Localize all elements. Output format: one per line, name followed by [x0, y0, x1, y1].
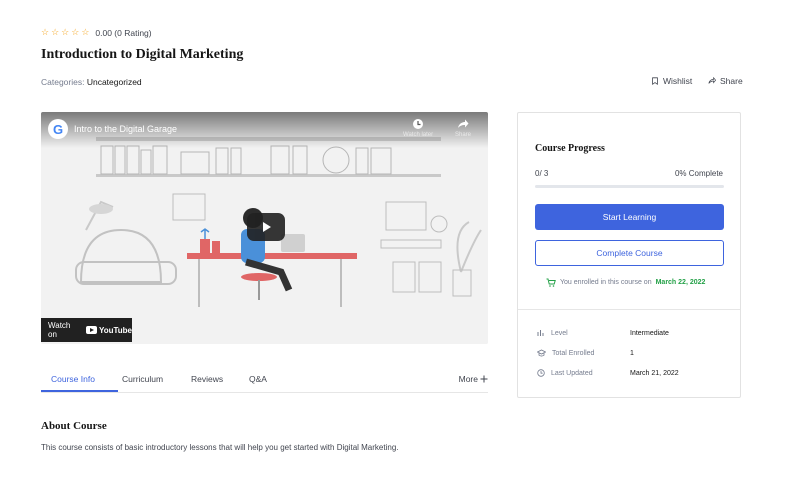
share-icon	[708, 77, 716, 84]
total-enrolled-label: Total Enrolled	[552, 349, 595, 357]
enrollment-notice: You enrolled in this course on March 22,…	[546, 278, 705, 287]
active-tab-indicator	[41, 390, 118, 392]
meta-last-updated: Last Updated March 21, 2022	[537, 369, 679, 377]
course-video-player[interactable]: G Intro to the Digital Garage Watch late…	[41, 112, 488, 344]
graduation-cap-icon	[537, 349, 546, 357]
level-value: Intermediate	[630, 329, 669, 337]
clock-refresh-icon	[537, 369, 545, 377]
tab-reviews[interactable]: Reviews	[191, 374, 223, 384]
star-icon: ☆	[81, 27, 90, 37]
tab-curriculum[interactable]: Curriculum	[122, 374, 163, 384]
star-icon: ☆	[51, 27, 60, 37]
video-title[interactable]: Intro to the Digital Garage	[74, 124, 177, 134]
course-tabs: Course Info Curriculum Reviews Q&A More	[41, 366, 488, 393]
watch-on-youtube-button[interactable]: Watch on YouTube	[41, 318, 132, 342]
progress-bar	[535, 185, 724, 188]
google-logo-icon: G	[48, 119, 68, 139]
star-icon: ☆	[71, 27, 80, 37]
last-updated-label: Last Updated	[551, 369, 593, 377]
wishlist-button[interactable]: Wishlist	[651, 76, 692, 86]
enrollment-date: March 22, 2022	[655, 279, 706, 286]
about-course-heading: About Course	[41, 420, 107, 432]
share-button[interactable]: Share	[708, 76, 743, 86]
clock-icon	[413, 119, 424, 129]
share-arrow-icon	[458, 119, 469, 128]
level-icon	[537, 330, 544, 336]
category-link[interactable]: Uncategorized	[87, 77, 142, 87]
total-enrolled-value: 1	[630, 349, 634, 357]
rating-stars: ☆ ☆ ☆ ☆ ☆	[41, 27, 89, 38]
play-button[interactable]	[247, 213, 285, 241]
more-tabs-button[interactable]: More	[459, 374, 488, 384]
video-share-button[interactable]: Share	[455, 118, 471, 138]
course-progress-heading: Course Progress	[535, 143, 605, 154]
tab-qa[interactable]: Q&A	[249, 374, 267, 384]
watch-later-label: Watch later	[403, 132, 434, 138]
rating-text: 0.00 (0 Rating)	[95, 27, 152, 38]
meta-level: Level Intermediate	[537, 329, 669, 337]
star-icon: ☆	[41, 27, 50, 37]
progress-percent: 0% Complete	[674, 169, 723, 178]
star-icon: ☆	[61, 27, 70, 37]
categories-label: Categories:	[41, 77, 85, 87]
youtube-icon	[85, 326, 97, 334]
more-label: More	[458, 374, 478, 384]
progress-count: 0/ 3	[535, 169, 549, 178]
about-course-text: This course consists of basic introducto…	[41, 443, 399, 452]
level-label: Level	[551, 329, 568, 337]
youtube-label: YouTube	[98, 325, 132, 335]
course-rating: ☆ ☆ ☆ ☆ ☆ 0.00 (0 Rating)	[41, 27, 152, 38]
card-divider	[518, 309, 740, 310]
course-categories: Categories: Uncategorized	[41, 77, 142, 87]
cart-check-icon	[546, 278, 556, 287]
meta-total-enrolled: Total Enrolled 1	[537, 349, 634, 357]
bookmark-icon	[652, 77, 658, 85]
course-progress-card: Course Progress 0/ 3 0% Complete Start L…	[517, 112, 741, 398]
video-share-label: Share	[455, 132, 472, 138]
watch-later-button[interactable]: Watch later	[403, 118, 433, 138]
course-title: Introduction to Digital Marketing	[41, 47, 244, 62]
share-label: Share	[720, 76, 743, 86]
tab-course-info[interactable]: Course Info	[51, 374, 95, 384]
wishlist-label: Wishlist	[663, 76, 693, 86]
last-updated-value: March 21, 2022	[630, 369, 679, 377]
enrollment-text: You enrolled in this course on	[560, 279, 652, 286]
complete-course-button[interactable]: Complete Course	[535, 240, 724, 266]
youtube-logo: YouTube	[85, 325, 132, 335]
watch-on-label: Watch on	[48, 321, 71, 339]
play-icon	[263, 222, 271, 232]
plus-icon	[480, 375, 488, 383]
start-learning-button[interactable]: Start Learning	[535, 204, 724, 230]
